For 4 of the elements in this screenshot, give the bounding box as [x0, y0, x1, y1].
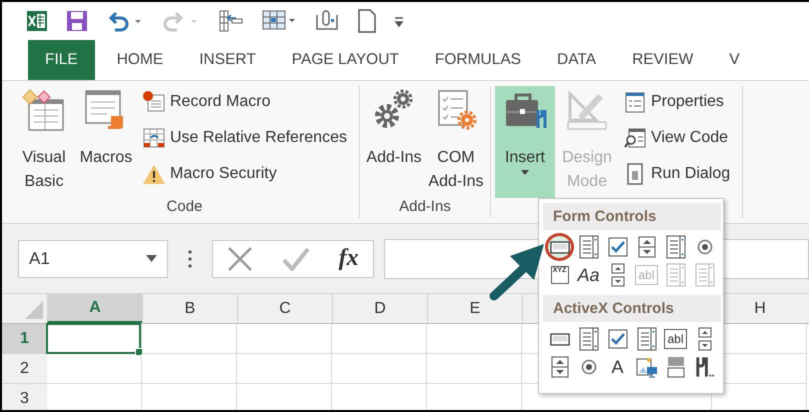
group-label: Code: [166, 198, 202, 217]
group-label: Add-Ins: [399, 198, 451, 217]
menu-section-title: ActiveX Controls: [543, 295, 721, 322]
menu-section-title: Form Controls: [543, 203, 721, 230]
